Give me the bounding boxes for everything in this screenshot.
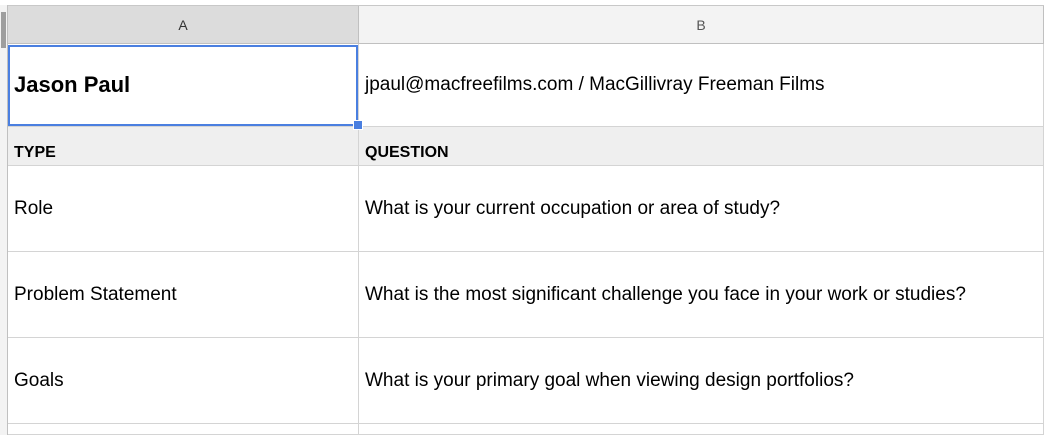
select-all-corner[interactable] [1, 12, 6, 48]
cell-b2-question-header[interactable]: QUESTION [359, 127, 1044, 166]
cell-a3-role[interactable]: Role [8, 166, 359, 252]
cell-a2-type-header[interactable]: TYPE [8, 127, 359, 166]
column-header-a[interactable]: A [8, 6, 359, 44]
spreadsheet-grid: A B Jason Paul jpaul@macfreefilms.com / … [0, 0, 1044, 435]
cell-b6-empty[interactable] [359, 424, 1044, 435]
column-header-b[interactable]: B [359, 6, 1044, 44]
cell-a6-empty[interactable] [8, 424, 359, 435]
cell-a4-problem-statement[interactable]: Problem Statement [8, 252, 359, 338]
row-header-strip [0, 5, 8, 435]
fill-handle[interactable] [353, 120, 363, 130]
cell-a5-goals[interactable]: Goals [8, 338, 359, 424]
cell-a1-name[interactable]: Jason Paul [8, 44, 359, 127]
cell-b5-goals-question[interactable]: What is your primary goal when viewing d… [359, 338, 1044, 424]
cell-b4-problem-question[interactable]: What is the most significant challenge y… [359, 252, 1044, 338]
cell-b1-contact[interactable]: jpaul@macfreefilms.com / MacGillivray Fr… [359, 44, 1044, 127]
cell-b3-role-question[interactable]: What is your current occupation or area … [359, 166, 1044, 252]
